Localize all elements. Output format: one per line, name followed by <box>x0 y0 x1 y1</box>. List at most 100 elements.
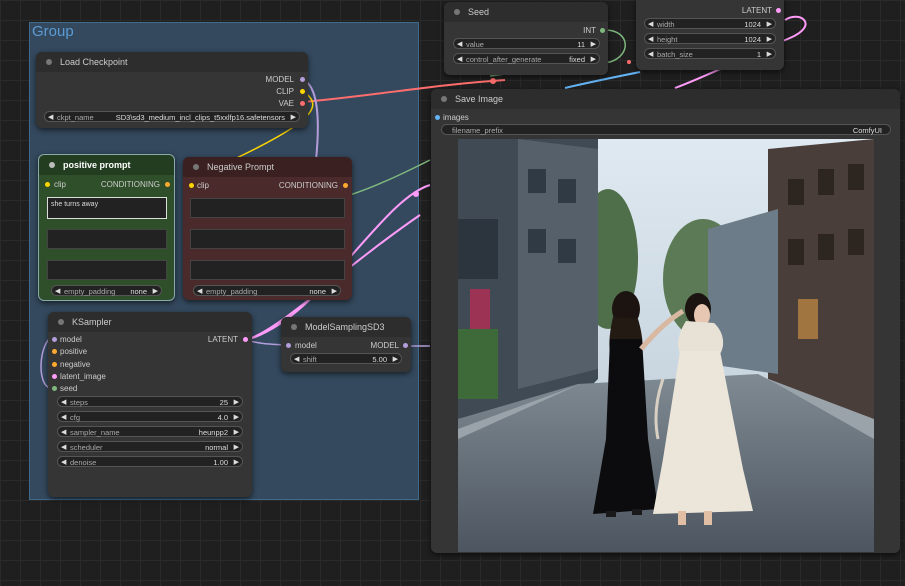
ckpt-name-combo[interactable]: ◀ ckpt_name SD3\sd3_medium_incl_clips_t5… <box>44 111 300 122</box>
arrow-right-icon[interactable]: ▶ <box>153 287 158 295</box>
preview-image[interactable] <box>458 139 874 552</box>
arrow-right-icon[interactable]: ▶ <box>767 20 772 28</box>
widget-label: width <box>657 20 675 29</box>
arrow-left-icon[interactable]: ◀ <box>457 40 462 48</box>
node-header[interactable]: positive prompt <box>39 155 174 175</box>
arrow-left-icon[interactable]: ◀ <box>294 355 299 363</box>
output-conditioning-pin[interactable] <box>165 182 170 187</box>
denoise-widget[interactable]: ◀ denoise 1.00 ▶ <box>57 456 243 467</box>
scheduler-combo[interactable]: ◀ scheduler normal ▶ <box>57 441 243 452</box>
input-positive-pin[interactable] <box>52 349 57 354</box>
arrow-left-icon[interactable]: ◀ <box>197 287 202 295</box>
batch-size-widget[interactable]: ◀ batch_size 1 ▶ <box>644 48 776 59</box>
width-widget[interactable]: ◀ width 1024 ▶ <box>644 18 776 29</box>
arrow-right-icon[interactable]: ▶ <box>332 287 337 295</box>
node-title: Negative Prompt <box>207 162 275 172</box>
node-header[interactable]: Save Image <box>431 89 900 109</box>
arrow-right-icon[interactable]: ▶ <box>591 55 596 63</box>
output-model-pin[interactable] <box>300 77 305 82</box>
collapse-dot[interactable] <box>49 162 55 168</box>
empty-padding-combo[interactable]: ◀ empty_padding none ▶ <box>193 285 341 296</box>
seed-node[interactable]: Seed INT ◀ value 11 ▶ ◀ control_after_ge… <box>444 2 608 75</box>
ksampler-node[interactable]: KSampler model positive negative latent_… <box>48 312 252 497</box>
node-header[interactable]: Seed <box>444 2 608 22</box>
negative-text-area-2[interactable] <box>190 229 345 249</box>
reroute-dot-3 <box>627 60 631 64</box>
collapse-dot[interactable] <box>291 324 297 330</box>
input-images-pin[interactable] <box>435 115 440 120</box>
empty-padding-combo[interactable]: ◀ empty_padding none ▶ <box>51 285 162 296</box>
node-header[interactable]: Load Checkpoint <box>36 52 308 72</box>
padding-value: none <box>130 287 147 296</box>
arrow-right-icon[interactable]: ▶ <box>234 398 239 406</box>
arrow-right-icon[interactable]: ▶ <box>234 458 239 466</box>
arrow-right-icon[interactable]: ▶ <box>591 40 596 48</box>
control-after-generate-combo[interactable]: ◀ control_after_generate fixed ▶ <box>453 53 600 64</box>
collapse-dot[interactable] <box>441 96 447 102</box>
arrow-right-icon[interactable]: ▶ <box>767 35 772 43</box>
widget-value: 4.0 <box>217 413 228 422</box>
input-seed-pin[interactable] <box>52 386 57 391</box>
input-clip-pin[interactable] <box>189 183 194 188</box>
positive-prompt-node[interactable]: positive prompt clip CONDITIONING she tu… <box>38 154 175 301</box>
arrow-right-icon[interactable]: ▶ <box>234 443 239 451</box>
sampler-name-combo[interactable]: ◀ sampler_name heunpp2 ▶ <box>57 426 243 437</box>
output-int-pin[interactable] <box>600 28 605 33</box>
wire-ms <box>245 339 287 346</box>
arrow-right-icon[interactable]: ▶ <box>767 50 772 58</box>
cfg-widget[interactable]: ◀ cfg 4.0 ▶ <box>57 411 243 422</box>
arrow-left-icon[interactable]: ◀ <box>61 428 66 436</box>
input-model-pin[interactable] <box>286 343 291 348</box>
prompt-text-area-1[interactable]: she turns away <box>47 197 167 219</box>
arrow-left-icon[interactable]: ◀ <box>457 55 462 63</box>
node-header[interactable]: Negative Prompt <box>183 157 352 177</box>
empty-latent-node[interactable]: LATENT ◀ width 1024 ▶ ◀ height 1024 ▶ ◀ … <box>636 0 784 70</box>
arrow-right-icon[interactable]: ▶ <box>291 113 296 121</box>
arrow-left-icon[interactable]: ◀ <box>55 287 60 295</box>
output-vae-pin[interactable] <box>300 101 305 106</box>
widget-label: denoise <box>70 458 97 467</box>
arrow-right-icon[interactable]: ▶ <box>393 355 398 363</box>
arrow-left-icon[interactable]: ◀ <box>61 413 66 421</box>
negative-prompt-node[interactable]: Negative Prompt clip CONDITIONING ◀ empt… <box>183 157 352 300</box>
arrow-left-icon[interactable]: ◀ <box>648 50 653 58</box>
output-model-pin[interactable] <box>403 343 408 348</box>
output-clip-pin[interactable] <box>300 89 305 94</box>
save-image-node[interactable]: Save Image images filename_prefix ComfyU… <box>431 89 900 553</box>
input-model-pin[interactable] <box>52 337 57 342</box>
input-positive-label: positive <box>60 347 88 356</box>
input-model-label: model <box>295 341 317 350</box>
input-negative-pin[interactable] <box>52 362 57 367</box>
filename-prefix-field[interactable]: filename_prefix ComfyUI <box>441 124 891 135</box>
seed-value-widget[interactable]: ◀ value 11 ▶ <box>453 38 600 49</box>
arrow-left-icon[interactable]: ◀ <box>61 443 66 451</box>
arrow-right-icon[interactable]: ▶ <box>234 413 239 421</box>
arrow-left-icon[interactable]: ◀ <box>648 20 653 28</box>
collapse-dot[interactable] <box>58 319 64 325</box>
widget-value: 1024 <box>744 35 761 44</box>
arrow-left-icon[interactable]: ◀ <box>648 35 653 43</box>
height-widget[interactable]: ◀ height 1024 ▶ <box>644 33 776 44</box>
output-latent-pin[interactable] <box>776 8 781 13</box>
arrow-left-icon[interactable]: ◀ <box>48 113 53 121</box>
input-clip-pin[interactable] <box>45 182 50 187</box>
collapse-dot[interactable] <box>193 164 199 170</box>
arrow-left-icon[interactable]: ◀ <box>61 398 66 406</box>
model-sampling-sd3-node[interactable]: ModelSamplingSD3 model MODEL ◀ shift 5.0… <box>281 317 411 372</box>
node-header[interactable]: KSampler <box>48 312 252 332</box>
prompt-text-area-3[interactable] <box>47 260 167 280</box>
steps-widget[interactable]: ◀ steps 25 ▶ <box>57 396 243 407</box>
arrow-left-icon[interactable]: ◀ <box>61 458 66 466</box>
output-conditioning-pin[interactable] <box>343 183 348 188</box>
collapse-dot[interactable] <box>46 59 52 65</box>
negative-text-area-3[interactable] <box>190 260 345 280</box>
collapse-dot[interactable] <box>454 9 460 15</box>
node-header[interactable]: ModelSamplingSD3 <box>281 317 411 337</box>
load-checkpoint-node[interactable]: Load Checkpoint MODEL CLIP VAE ◀ ckpt_na… <box>36 52 308 128</box>
output-latent-pin[interactable] <box>243 337 248 342</box>
input-latent-pin[interactable] <box>52 374 57 379</box>
prompt-text-area-2[interactable] <box>47 229 167 249</box>
arrow-right-icon[interactable]: ▶ <box>234 428 239 436</box>
shift-widget[interactable]: ◀ shift 5.00 ▶ <box>290 353 402 364</box>
negative-text-area-1[interactable] <box>190 198 345 218</box>
